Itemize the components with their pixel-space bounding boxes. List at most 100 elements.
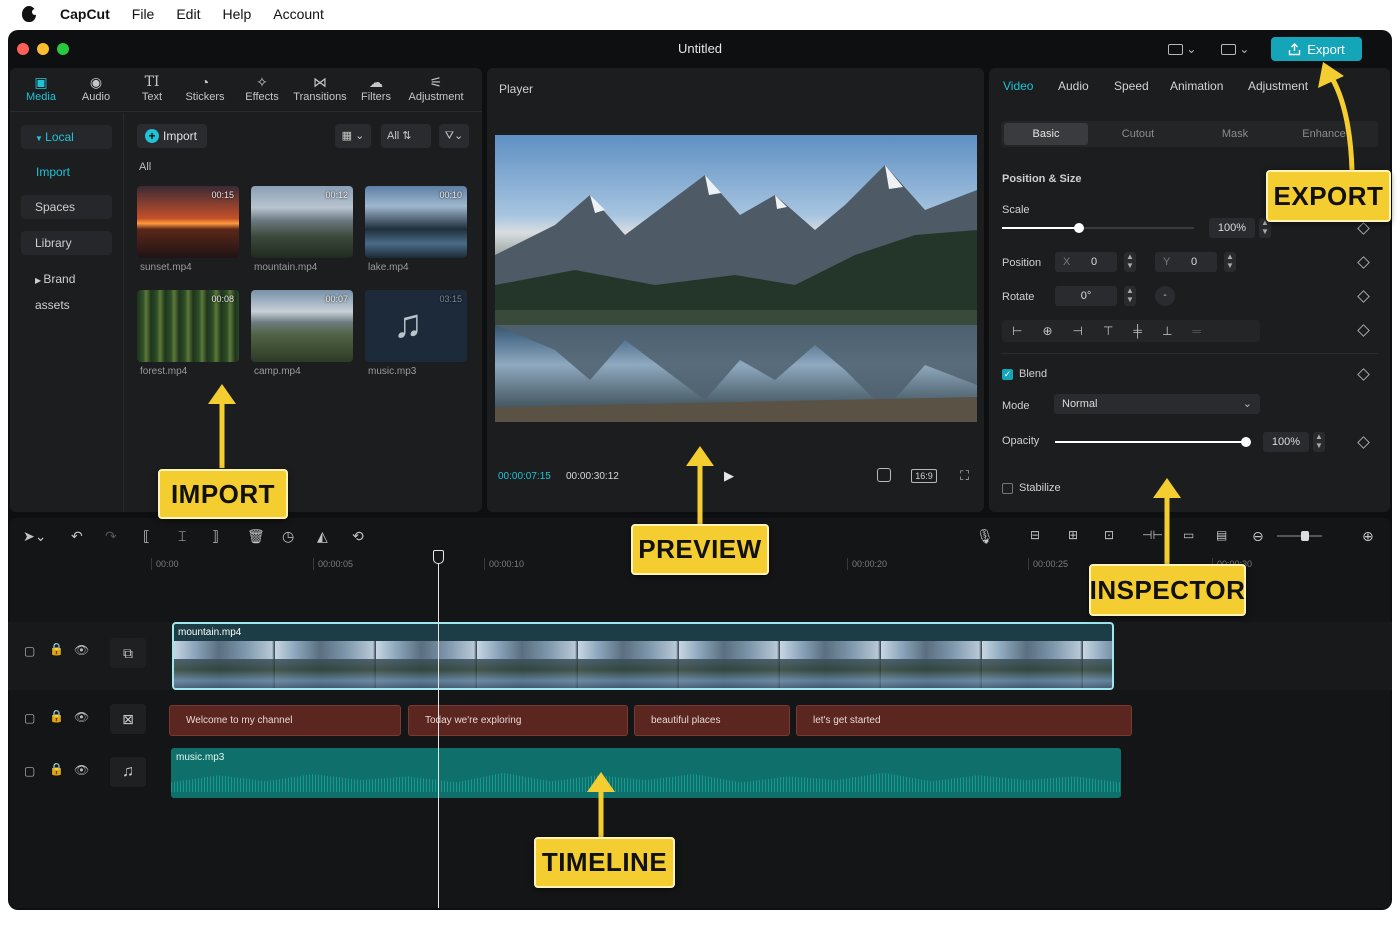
- connect-icon[interactable]: ⊡: [1104, 528, 1114, 542]
- play-icon[interactable]: ▶: [724, 468, 734, 484]
- zoom-fit-icon[interactable]: [877, 468, 891, 482]
- scale-value-field[interactable]: 100%: [1209, 218, 1255, 238]
- playhead-handle[interactable]: [433, 550, 444, 564]
- text-clip[interactable]: beautiful places: [634, 705, 790, 736]
- sidebar-item-import[interactable]: Import: [21, 160, 112, 184]
- keyframe-diamond-icon[interactable]: [1357, 324, 1370, 337]
- position-x-stepper[interactable]: ▲ ▼: [1124, 252, 1136, 272]
- opacity-value-field[interactable]: 100%: [1263, 432, 1309, 452]
- keyframe-diamond-icon[interactable]: [1357, 368, 1370, 381]
- zoom-out-icon[interactable]: ⊖: [1252, 528, 1264, 545]
- subtab-cutout[interactable]: Cutout: [1092, 123, 1184, 145]
- music-note-icon[interactable]: ♫: [110, 757, 146, 787]
- track-toggle-icon[interactable]: ▢: [24, 711, 35, 725]
- tab-media[interactable]: ▣ Media: [23, 73, 59, 103]
- subtab-enhance[interactable]: Enhance: [1285, 123, 1363, 145]
- split-icon[interactable]: ⌶: [178, 528, 186, 545]
- menu-file[interactable]: File: [132, 6, 155, 22]
- track-toggle-icon[interactable]: ▢: [24, 764, 35, 778]
- keyframe-diamond-icon[interactable]: [1357, 290, 1370, 303]
- snap-icon[interactable]: ⊞: [1068, 528, 1078, 542]
- select-cursor-icon[interactable]: ➤⌄: [23, 528, 46, 545]
- lock-icon[interactable]: 🔒: [49, 762, 64, 776]
- media-thumbnail[interactable]: 00:08: [137, 290, 239, 362]
- media-thumbnail[interactable]: 03:15 ♫: [365, 290, 467, 362]
- tab-effects[interactable]: ✧ Effects: [242, 73, 282, 103]
- playhead[interactable]: [438, 550, 439, 908]
- opacity-stepper[interactable]: ▲ ▼: [1313, 432, 1325, 452]
- inspector-tab-adjustment[interactable]: Adjustment: [1248, 79, 1308, 93]
- rotate-dial-icon[interactable]: -: [1155, 286, 1175, 306]
- zoom-slider-knob[interactable]: [1301, 531, 1309, 541]
- filter-icon[interactable]: ⛛⌄: [439, 124, 469, 148]
- lock-icon[interactable]: 🔒: [49, 642, 64, 656]
- eye-icon[interactable]: 👁: [74, 643, 89, 657]
- media-thumbnail[interactable]: 00:10: [365, 186, 467, 258]
- microphone-icon[interactable]: 🎙: [976, 528, 994, 545]
- apple-logo-icon[interactable]: [22, 6, 38, 22]
- media-thumbnail[interactable]: 00:15: [137, 186, 239, 258]
- rotate-field[interactable]: 0°: [1055, 286, 1117, 306]
- speed-icon[interactable]: ◷: [282, 528, 294, 545]
- sidebar-item-local[interactable]: ▼ Local: [21, 125, 112, 149]
- tab-text[interactable]: TI Text: [134, 73, 170, 103]
- text-clip[interactable]: Welcome to my channel: [169, 705, 401, 736]
- subtab-mask[interactable]: Mask: [1189, 123, 1281, 145]
- align-center-icon[interactable]: ⊕: [1042, 324, 1072, 338]
- inspector-tab-audio[interactable]: Audio: [1058, 79, 1089, 93]
- preview-axis-icon[interactable]: ▭: [1183, 528, 1194, 542]
- keyframe-diamond-icon[interactable]: [1357, 222, 1370, 235]
- position-x-field[interactable]: X0: [1055, 252, 1117, 272]
- preview-video[interactable]: [495, 135, 977, 422]
- media-thumbnail[interactable]: 00:12: [251, 186, 353, 258]
- align-right-icon[interactable]: ⊣: [1073, 324, 1103, 338]
- thumbnail-icon[interactable]: ▤: [1216, 528, 1227, 542]
- zoom-in-icon[interactable]: ⊕: [1362, 528, 1374, 545]
- mode-select[interactable]: Normal ⌄: [1054, 394, 1260, 414]
- inspector-tab-speed[interactable]: Speed: [1114, 79, 1149, 93]
- stabilize-checkbox[interactable]: [1002, 483, 1013, 494]
- position-y-field[interactable]: Y0: [1155, 252, 1217, 272]
- undo-icon[interactable]: ↶: [71, 528, 83, 545]
- rotate-icon[interactable]: ⟲: [352, 528, 364, 545]
- opacity-slider-knob[interactable]: [1241, 437, 1251, 447]
- feedback-icon[interactable]: ⌄: [1168, 42, 1200, 58]
- link-icon[interactable]: ⊟: [1030, 528, 1040, 542]
- zoom-slider[interactable]: [1277, 531, 1322, 541]
- fullscreen-icon[interactable]: ⛶: [960, 468, 969, 484]
- scale-slider-knob[interactable]: [1073, 223, 1084, 233]
- tab-adjustment[interactable]: ⚟ Adjustment: [406, 73, 466, 103]
- eye-icon[interactable]: 👁: [74, 710, 89, 724]
- video-clip[interactable]: mountain.mp4: [172, 622, 1114, 690]
- text-clip[interactable]: Today we're exploring: [408, 705, 628, 736]
- rotate-stepper[interactable]: ▲ ▼: [1124, 286, 1136, 306]
- lock-icon[interactable]: 🔒: [49, 709, 64, 723]
- menu-help[interactable]: Help: [222, 6, 251, 22]
- export-button[interactable]: Export: [1271, 37, 1362, 61]
- sidebar-item-spaces[interactable]: Spaces: [21, 195, 112, 219]
- audio-clip[interactable]: music.mp3: [171, 748, 1121, 798]
- inspector-tab-video[interactable]: Video: [1003, 79, 1033, 93]
- layout-icon[interactable]: ⌄: [1221, 42, 1253, 58]
- sort-button[interactable]: All ⇅: [381, 124, 431, 148]
- align-toolbar[interactable]: ⊢⊕⊣⊤╪⊥═: [1002, 320, 1260, 342]
- sidebar-item-brand-assets[interactable]: ▶ Brand assets: [21, 267, 112, 312]
- align-bottom-icon[interactable]: ⊥: [1162, 324, 1192, 338]
- inspector-tab-animation[interactable]: Animation: [1170, 79, 1223, 93]
- delete-icon[interactable]: 🗑: [247, 528, 265, 545]
- keyframe-diamond-icon[interactable]: [1357, 436, 1370, 449]
- split-left-icon[interactable]: ⟦: [143, 528, 150, 545]
- menu-app-name[interactable]: CapCut: [60, 6, 110, 22]
- aspect-ratio-button[interactable]: 16:9: [911, 469, 937, 483]
- media-thumbnail[interactable]: 00:07: [251, 290, 353, 362]
- tab-stickers[interactable]: ◔ Stickers: [182, 73, 228, 103]
- split-screen-icon[interactable]: ⊣⊢: [1142, 528, 1163, 542]
- text-track-icon[interactable]: ⊠: [110, 704, 146, 734]
- cover-icon[interactable]: ⧉: [110, 638, 146, 668]
- tab-filters[interactable]: ☁ Filters: [359, 73, 393, 103]
- mirror-icon[interactable]: ◭: [317, 528, 328, 545]
- import-button[interactable]: + Import: [137, 124, 207, 148]
- menu-edit[interactable]: Edit: [176, 6, 200, 22]
- view-grid-icon[interactable]: ▦ ⌄: [335, 124, 371, 148]
- align-top-icon[interactable]: ⊤: [1103, 324, 1133, 338]
